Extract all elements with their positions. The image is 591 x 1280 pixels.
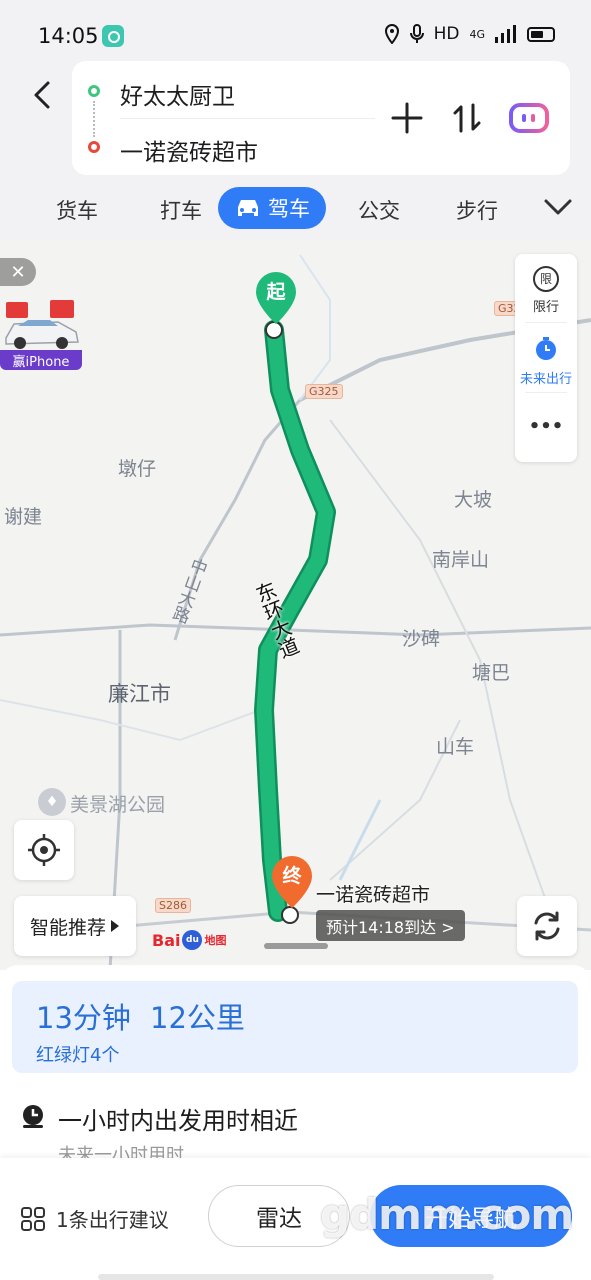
- crosshair-icon: [28, 834, 60, 866]
- watermark: gdmm.com: [320, 1190, 574, 1239]
- chevron-down-icon[interactable]: [543, 197, 573, 217]
- swap-route-button[interactable]: [444, 95, 490, 141]
- battery-icon: [527, 26, 555, 42]
- mic-icon: [409, 24, 424, 43]
- grid-icon: [21, 1206, 45, 1231]
- add-waypoint-button[interactable]: [384, 95, 430, 141]
- place-label: 大坡: [454, 489, 493, 511]
- restriction-button[interactable]: 限 限行: [515, 266, 577, 315]
- baidu-logo-text: Bai: [152, 930, 181, 950]
- tab-drive-label: 驾车: [268, 197, 310, 221]
- end-pin: 终: [269, 854, 315, 910]
- future-travel-button[interactable]: 未来出行: [515, 336, 577, 387]
- car-icon: [238, 200, 258, 216]
- park-icon: ♦: [38, 788, 66, 816]
- timer-icon: [536, 337, 556, 360]
- car-promo-icon: [5, 300, 79, 349]
- departure-advice-title: 一小时内出发用时相近: [58, 1107, 298, 1135]
- tab-drive[interactable]: 驾车: [218, 187, 326, 229]
- route-header: 好太太厨卫 一诺瓷砖超市: [0, 55, 591, 185]
- eta-badge[interactable]: 预计14:18到达 >: [316, 910, 465, 941]
- traffic-lights-count: 红绿灯4个: [36, 1045, 120, 1066]
- baidu-paw-icon: du: [182, 930, 203, 950]
- map-view[interactable]: G325 G32 S286 墩仔 谢建 大坡 南岸山 沙碑 廉江市 塘巴 山车 …: [0, 240, 591, 970]
- restriction-icon: 限: [533, 266, 559, 292]
- travel-suggestion-label: 1条出行建议: [56, 1208, 169, 1232]
- place-label: 塘巴: [472, 662, 511, 684]
- route-connector: [93, 101, 95, 137]
- panel-divider: [525, 392, 567, 393]
- tab-walk[interactable]: 步行: [456, 195, 498, 225]
- promo-close-button[interactable]: ✕: [0, 258, 36, 286]
- place-label: 沙碑: [402, 628, 441, 650]
- park-label: 美景湖公园: [70, 794, 166, 816]
- route-divider: [120, 118, 375, 119]
- start-pin-label: 起: [266, 281, 286, 303]
- place-label: 南岸山: [432, 549, 490, 571]
- end-dot-icon: [88, 141, 100, 153]
- promo-label: 赢iPhone: [0, 350, 82, 370]
- ai-assistant-icon: [509, 103, 549, 133]
- route-duration: 13分钟: [36, 1001, 131, 1035]
- end-pin-label: 终: [282, 865, 302, 887]
- tab-taxi[interactable]: 打车: [160, 195, 202, 225]
- smart-recommend-button[interactable]: 智能推荐: [14, 896, 136, 956]
- signal-icon: [495, 25, 516, 43]
- map-tools-panel: 限 限行 未来出行 •••: [515, 254, 577, 462]
- start-dot-icon: [88, 85, 100, 97]
- back-button[interactable]: [24, 75, 64, 115]
- smart-recommend-label: 智能推荐: [29, 916, 106, 939]
- start-location-field[interactable]: 好太太厨卫: [120, 77, 235, 111]
- tab-bus[interactable]: 公交: [358, 195, 400, 225]
- sheet-drag-handle[interactable]: [264, 943, 328, 949]
- restriction-label: 限行: [532, 300, 559, 315]
- ai-assistant-button[interactable]: [506, 95, 552, 141]
- place-label: 山车: [436, 736, 475, 758]
- clock-icon: [23, 1105, 43, 1128]
- plus-icon: [391, 102, 423, 134]
- road-label: G325: [305, 384, 343, 399]
- baidu-logo-suffix: 地图: [204, 934, 227, 947]
- place-label: 廉江市: [108, 682, 171, 706]
- tab-truck[interactable]: 货车: [56, 195, 98, 225]
- app-notification-icon: [102, 25, 124, 47]
- status-icons: HD 4G: [384, 24, 555, 44]
- route-distance: 12公里: [150, 1001, 245, 1035]
- transport-tabs: 货车 打车 驾车 公交 步行: [0, 185, 591, 240]
- panel-divider: [525, 322, 567, 323]
- more-options-button[interactable]: •••: [515, 416, 577, 437]
- location-icon: [384, 24, 399, 44]
- baidu-map-logo: Bai du 地图: [152, 930, 226, 950]
- refresh-button[interactable]: [517, 896, 577, 956]
- destination-label: 一诺瓷砖超市: [316, 884, 431, 906]
- swap-icon: [453, 103, 481, 133]
- place-label: 墩仔: [118, 458, 157, 480]
- travel-suggestion-button[interactable]: 1条出行建议: [20, 1204, 169, 1233]
- route-box: 好太太厨卫 一诺瓷砖超市: [72, 61, 570, 175]
- home-indicator: [98, 1274, 494, 1280]
- status-time: 14:05: [38, 24, 99, 48]
- locate-button[interactable]: [14, 820, 74, 880]
- end-location-field[interactable]: 一诺瓷砖超市: [120, 133, 258, 167]
- route-summary-card[interactable]: 13分钟 12公里 红绿灯4个: [12, 981, 578, 1073]
- place-label: 谢建: [4, 506, 43, 528]
- caret-right-icon: [111, 920, 119, 932]
- hd-indicator: HD: [433, 24, 460, 44]
- signal-indicator: 4G: [469, 27, 485, 41]
- refresh-icon: [534, 911, 560, 941]
- road-label: S286: [155, 898, 191, 913]
- start-pin: 起: [253, 270, 299, 326]
- promo-banner[interactable]: 赢iPhone: [0, 298, 82, 370]
- future-travel-label: 未来出行: [519, 372, 572, 387]
